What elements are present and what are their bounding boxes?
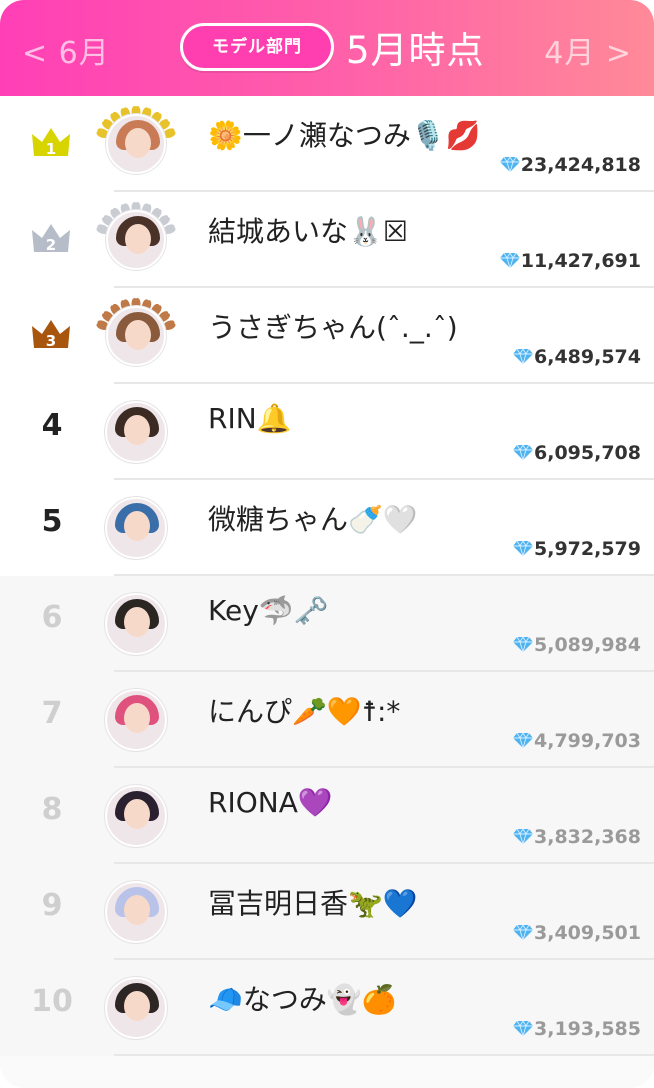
- diamond-icon: [513, 922, 534, 944]
- avatar[interactable]: [105, 689, 167, 751]
- avatar-container: [94, 874, 178, 954]
- avatar[interactable]: [106, 306, 166, 366]
- diamond-icon: [513, 442, 534, 464]
- rank-number: 9: [41, 888, 63, 923]
- avatar[interactable]: [105, 401, 167, 463]
- diamond-icon: [513, 346, 534, 368]
- ranking-row[interactable]: 2 結城あいな🐰☒ 11,427,691: [0, 192, 654, 288]
- avatar-container: [94, 490, 178, 570]
- score: 5,089,984: [513, 634, 641, 656]
- avatar[interactable]: [106, 114, 166, 174]
- score-value: 4,799,703: [534, 730, 641, 752]
- period-title: 5月時点: [346, 29, 485, 72]
- ranking-row[interactable]: 7 にんぴ🥕🧡☨:* 4,799,703: [0, 672, 654, 768]
- ranking-row[interactable]: 1 🌼一ノ瀬なつみ🎙️💋 23,424,818: [0, 96, 654, 192]
- score: 6,095,708: [513, 442, 641, 464]
- score-value: 11,427,691: [520, 250, 641, 272]
- avatar-container: [94, 682, 178, 762]
- crown-icon: 3: [30, 316, 72, 350]
- score-value: 5,089,984: [534, 634, 641, 656]
- avatar-container: [94, 106, 178, 186]
- score: 6,489,574: [513, 346, 641, 368]
- rank-number: 7: [41, 696, 63, 731]
- diamond-icon: [513, 1018, 534, 1040]
- score-value: 5,972,579: [534, 538, 641, 560]
- score: 3,193,585: [513, 1018, 641, 1040]
- user-name[interactable]: RIN🔔: [208, 402, 292, 435]
- crown-icon: 2: [30, 220, 72, 254]
- score-value: 3,193,585: [534, 1018, 641, 1040]
- diamond-icon: [499, 154, 521, 176]
- user-name[interactable]: 結城あいな🐰☒: [208, 210, 408, 250]
- avatar[interactable]: [106, 210, 166, 270]
- rank-number: 8: [41, 792, 63, 827]
- diamond-icon: [513, 730, 534, 752]
- user-name[interactable]: にんぴ🥕🧡☨:*: [208, 690, 400, 730]
- ranking-card: < 6月 モデル部門 5月時点 4月 > 1 🌼一ノ瀬なつみ🎙️💋 23,424,8…: [0, 0, 654, 1088]
- diamond-icon: [499, 250, 521, 272]
- user-name[interactable]: うさぎちゃん(ˆ._.ˆ): [208, 306, 458, 346]
- diamond-icon: [513, 826, 534, 848]
- avatar-container: ★ ★ ★: [94, 298, 178, 378]
- ranking-row[interactable]: 9 冨吉明日香🦖💙 3,409,501: [0, 864, 654, 960]
- diamond-icon: [513, 538, 534, 560]
- avatar-container: [94, 970, 178, 1050]
- svg-text:3: 3: [46, 332, 56, 350]
- score: 3,832,368: [513, 826, 641, 848]
- row-divider: [114, 1054, 654, 1056]
- ranking-list: 1 🌼一ノ瀬なつみ🎙️💋 23,424,818 2 結城あいな🐰☒ 11,427,691 3…: [0, 96, 654, 1056]
- score-value: 3,832,368: [534, 826, 641, 848]
- category-badge[interactable]: モデル部門: [180, 23, 334, 71]
- svg-text:1: 1: [46, 140, 56, 158]
- user-name[interactable]: Key🦈🗝️: [208, 594, 329, 627]
- avatar[interactable]: [105, 593, 167, 655]
- score-value: 6,489,574: [534, 346, 641, 368]
- ranking-row[interactable]: 6 Key🦈🗝️ 5,089,984: [0, 576, 654, 672]
- user-name[interactable]: 🧢なつみ👻🍊: [208, 978, 397, 1018]
- avatar[interactable]: [105, 497, 167, 559]
- score-value: 6,095,708: [534, 442, 641, 464]
- user-name[interactable]: 🌼一ノ瀬なつみ🎙️💋: [208, 114, 481, 154]
- avatar[interactable]: [105, 785, 167, 847]
- user-name[interactable]: 冨吉明日香🦖💙: [208, 882, 418, 922]
- ranking-row[interactable]: 10 🧢なつみ👻🍊 3,193,585: [0, 960, 654, 1056]
- avatar-container: [94, 778, 178, 858]
- ranking-row[interactable]: 3 ★ ★ ★ うさぎちゃん(ˆ._.ˆ) 6,489,574: [0, 288, 654, 384]
- avatar[interactable]: [105, 977, 167, 1039]
- avatar-container: [94, 586, 178, 666]
- crown-icon: 1: [30, 124, 72, 158]
- avatar-container: [94, 394, 178, 474]
- ranking-row[interactable]: 4 RIN🔔 6,095,708: [0, 384, 654, 480]
- rank-number: 6: [41, 600, 63, 635]
- avatar[interactable]: [105, 881, 167, 943]
- svg-text:2: 2: [46, 236, 56, 254]
- rank-number: 4: [41, 408, 63, 443]
- avatar-container: [94, 202, 178, 282]
- prev-month-button[interactable]: < 6月: [22, 28, 110, 72]
- score: 4,799,703: [513, 730, 641, 752]
- score: 11,427,691: [499, 250, 641, 272]
- ranking-row[interactable]: 5 微糖ちゃん🍼🤍 5,972,579: [0, 480, 654, 576]
- ranking-header: < 6月 モデル部門 5月時点 4月 >: [0, 0, 654, 96]
- score: 5,972,579: [513, 538, 641, 560]
- score: 23,424,818: [499, 154, 641, 176]
- score-value: 23,424,818: [520, 154, 641, 176]
- score: 3,409,501: [513, 922, 641, 944]
- next-month-button[interactable]: 4月 >: [544, 28, 632, 72]
- rank-number: 10: [31, 984, 73, 1019]
- rank-number: 5: [41, 504, 63, 539]
- ranking-row[interactable]: 8 RIONA💜 3,832,368: [0, 768, 654, 864]
- user-name[interactable]: 微糖ちゃん🍼🤍: [208, 498, 418, 538]
- user-name[interactable]: RIONA💜: [208, 786, 333, 819]
- diamond-icon: [513, 634, 534, 656]
- score-value: 3,409,501: [534, 922, 641, 944]
